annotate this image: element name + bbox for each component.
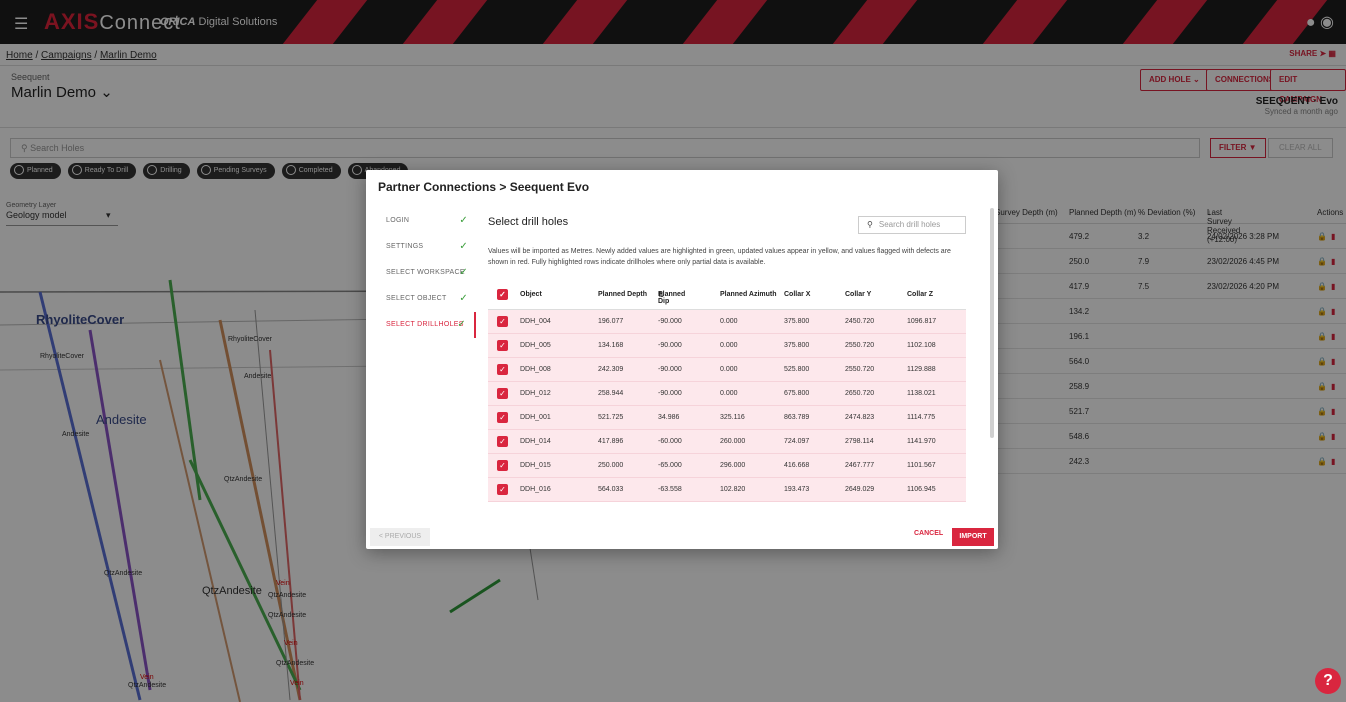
sort-planned-dip[interactable]: Planned Dip ⇅	[658, 291, 685, 305]
drillhole-row[interactable]: ✓ DDH_016 564.033 -63.558 102.820 193.473 2649…	[488, 478, 966, 502]
step-select-object[interactable]: SELECT OBJECT ✓	[366, 286, 476, 312]
section-heading: Select drill holes	[488, 216, 569, 228]
drillhole-row[interactable]: ✓ DDH_001 521.725 34.986 325.116 863.789 2474.…	[488, 406, 966, 430]
modal-scrollbar[interactable]	[990, 208, 994, 438]
drillhole-row[interactable]: ✓ DDH_005 134.168 -90.000 0.000 375.800 2550.7…	[488, 334, 966, 358]
modal-title: Partner Connections > Seequent Evo	[378, 180, 590, 194]
step-login[interactable]: LOGIN ✓	[366, 208, 476, 234]
search-drill-holes-input[interactable]: ⚲ Search drill holes	[858, 216, 966, 234]
drillhole-row[interactable]: ✓ DDH_004 196.077 -90.000 0.000 375.800 2450.7…	[488, 310, 966, 334]
app-root: ☰ AXISConnect ORICA Digital Solutions ● …	[0, 0, 1346, 702]
row-checkbox[interactable]: ✓	[497, 436, 508, 447]
check-icon: ✓	[457, 319, 466, 330]
row-checkbox[interactable]: ✓	[497, 460, 508, 471]
drillhole-row[interactable]: ✓ DDH_012 258.944 -90.000 0.000 675.800 2650.7…	[488, 382, 966, 406]
import-button[interactable]: IMPORT	[952, 528, 994, 546]
check-icon: ✓	[459, 293, 468, 304]
drillholes-table-header: ✓ Object Planned Depth Planned Dip ⇅ Pla…	[488, 280, 966, 310]
step-select-workspace[interactable]: SELECT WORKSPACE ✓	[366, 260, 476, 286]
row-checkbox[interactable]: ✓	[497, 364, 508, 375]
cancel-button[interactable]: CANCEL	[914, 530, 943, 537]
row-checkbox[interactable]: ✓	[497, 340, 508, 351]
modal-footer: < PREVIOUS CANCEL IMPORT	[366, 520, 998, 549]
drillhole-row[interactable]: ✓ DDH_015 250.000 -65.000 296.000 416.668 2467…	[488, 454, 966, 478]
row-checkbox[interactable]: ✓	[497, 484, 508, 495]
help-icon[interactable]: ?	[1315, 668, 1341, 694]
modal-content: Select drill holes ⚲ Search drill holes V…	[476, 208, 986, 512]
check-icon: ✓	[459, 215, 468, 226]
wizard-steps: LOGIN ✓ SETTINGS ✓ SELECT WORKSPACE ✓ SELEC…	[366, 208, 476, 338]
import-description: Values will be imported as Metres. Newly…	[488, 248, 951, 266]
drillhole-row[interactable]: ✓ DDH_008 242.309 -90.000 0.000 525.800 2550.7…	[488, 358, 966, 382]
row-checkbox[interactable]: ✓	[497, 412, 508, 423]
drillhole-row[interactable]: ✓ DDH_014 417.896 -60.000 260.000 724.097 2798…	[488, 430, 966, 454]
check-icon: ✓	[459, 241, 468, 252]
partner-connections-modal: Partner Connections > Seequent Evo LOGIN…	[366, 170, 998, 549]
drillholes-table: ✓ Object Planned Depth Planned Dip ⇅ Pla…	[488, 280, 966, 502]
search-icon: ⚲	[867, 220, 873, 229]
row-checkbox[interactable]: ✓	[497, 388, 508, 399]
select-all-checkbox[interactable]: ✓	[497, 289, 508, 300]
step-select-drillholes[interactable]: SELECT DRILLHOLES ✓	[366, 312, 476, 338]
check-icon: ✓	[459, 267, 468, 278]
row-checkbox[interactable]: ✓	[497, 316, 508, 327]
previous-button[interactable]: < PREVIOUS	[370, 528, 430, 546]
step-settings[interactable]: SETTINGS ✓	[366, 234, 476, 260]
